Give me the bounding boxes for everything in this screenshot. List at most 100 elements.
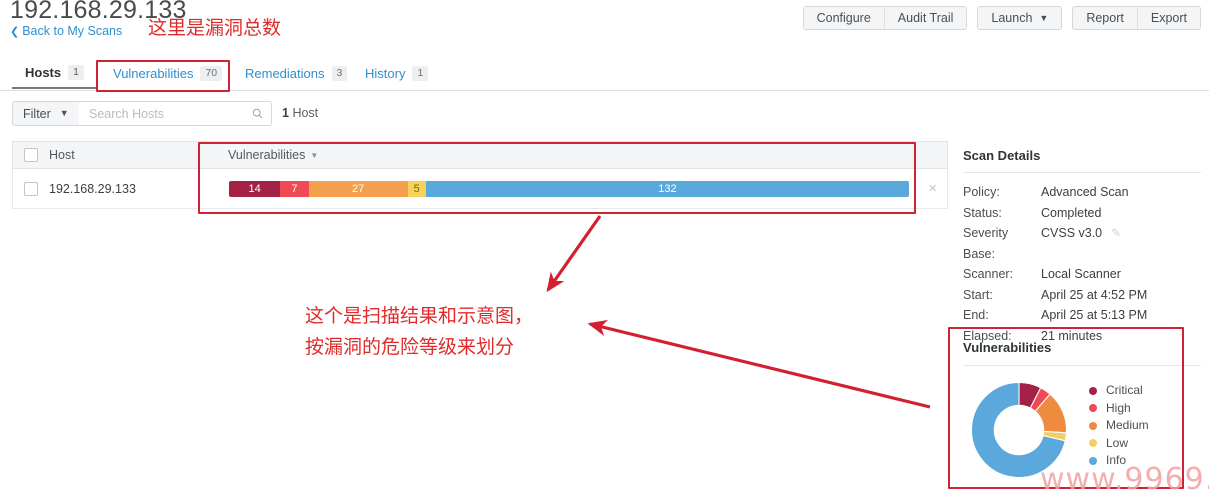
scan-detail-value: Completed [1041, 205, 1102, 220]
column-header-vulnerabilities-label: Vulnerabilities [228, 148, 306, 162]
scan-detail-row: Status: Completed [963, 203, 1201, 224]
vulnerabilities-card: Vulnerabilities Critical High Medium Low Inf… [963, 340, 1201, 484]
back-link-label: Back to My Scans [22, 24, 123, 38]
legend-label: High [1106, 400, 1131, 415]
scan-details-title: Scan Details [963, 148, 1201, 173]
row-checkbox[interactable] [24, 181, 38, 196]
select-all-checkbox[interactable] [24, 148, 38, 162]
host-count: 1 Host [282, 101, 318, 126]
donut-legend: Critical High Medium Low Info [1089, 382, 1149, 470]
audit-trail-button[interactable]: Audit Trail [883, 7, 967, 29]
host-count-number: 1 [282, 106, 289, 120]
scan-detail-row: Severity Base: CVSS v3.0 ✎ [963, 223, 1201, 264]
legend-item[interactable]: High [1089, 400, 1149, 418]
scan-detail-row: Start: April 25 at 4:52 PM [963, 285, 1201, 306]
launch-group: Launch ▼ [977, 6, 1063, 30]
legend-dot-medium [1089, 421, 1097, 430]
launch-button[interactable]: Launch ▼ [978, 7, 1062, 29]
scan-detail-value: Advanced Scan [1041, 185, 1129, 199]
page-title: 192.168.29.133 [10, 0, 187, 24]
tab-remediations[interactable]: Remediations 3 [232, 58, 360, 89]
scan-detail-key: End: [963, 308, 989, 322]
configure-audit-group: Configure Audit Trail [802, 6, 968, 30]
tab-vulnerabilities-label: Vulnerabilities [113, 66, 194, 81]
filter-dropdown-button[interactable]: Filter ▼ [12, 101, 80, 126]
column-header-host[interactable]: Host [49, 148, 75, 162]
legend-item[interactable]: Low [1089, 435, 1149, 453]
tab-hosts[interactable]: Hosts 1 [12, 58, 97, 89]
export-button[interactable]: Export [1136, 7, 1200, 29]
row-host: 192.168.29.133 [49, 181, 136, 196]
column-header-vulnerabilities[interactable]: Vulnerabilities ▼ [228, 141, 318, 169]
table-header-row: Host Vulnerabilities ▼ [12, 141, 948, 169]
chevron-left-icon: ❮ [10, 26, 20, 38]
scan-detail-value: April 25 at 4:52 PM [1041, 287, 1148, 302]
report-export-group: Report Export [1072, 6, 1201, 30]
scan-detail-key: Policy: [963, 185, 1000, 199]
scan-detail-key: Start: [963, 287, 993, 302]
search-input[interactable] [87, 105, 252, 122]
tab-remediations-count: 3 [331, 66, 348, 81]
severity-segment-low[interactable]: 5 [407, 181, 426, 197]
close-icon[interactable]: × [928, 181, 937, 197]
scan-detail-key: Scanner: [963, 267, 1014, 281]
legend-label: Info [1106, 453, 1127, 467]
scan-detail-row: End: April 25 at 5:13 PM [963, 305, 1201, 326]
search-icon [252, 108, 263, 119]
caret-down-icon: ▼ [59, 107, 69, 118]
severity-segment-high[interactable]: 7 [280, 181, 309, 197]
scan-details-rows: Policy: Advanced Scan Status: Completed Seve… [963, 182, 1201, 346]
scan-detail-value: April 25 at 5:13 PM [1041, 308, 1148, 322]
scan-details-panel: Scan Details Policy: Advanced Scan Status:… [963, 148, 1201, 346]
scan-detail-key: Severity Base: [963, 226, 1009, 261]
tab-history[interactable]: History 1 [352, 58, 441, 89]
vulnerabilities-donut-chart[interactable] [965, 376, 1073, 484]
tab-vulnerabilities[interactable]: Vulnerabilities 70 [100, 58, 235, 89]
scan-detail-key: Status: [963, 205, 1002, 220]
scan-detail-value: CVSS v3.0 ✎ [1041, 223, 1121, 264]
tab-remediations-label: Remediations [245, 66, 325, 81]
select-all-checkbox-cell [13, 148, 49, 162]
tab-bar: Hosts 1 Vulnerabilities 70 Remediations … [0, 58, 1209, 91]
legend-label: Medium [1106, 418, 1149, 432]
report-button[interactable]: Report [1073, 7, 1137, 29]
annotation-arrow-1 [546, 215, 602, 293]
annotation-chart-note-line1: 这个是扫描结果和示意图， [305, 305, 534, 327]
severity-segment-medium[interactable]: 27 [308, 181, 408, 197]
severity-bar[interactable]: 14 7 27 5 132 [229, 181, 909, 197]
tab-hosts-label: Hosts [25, 65, 62, 80]
annotation-chart-note-line2: 按漏洞的危险等级来划分 [305, 336, 515, 358]
row-checkbox-cell [13, 181, 49, 196]
legend-item[interactable]: Medium [1089, 417, 1149, 435]
scan-detail-value: Local Scanner [1041, 267, 1121, 281]
configure-button[interactable]: Configure [803, 7, 884, 29]
caret-down-icon: ▼ [310, 151, 319, 160]
launch-label: Launch [991, 11, 1033, 25]
tab-hosts-count: 1 [68, 65, 84, 80]
legend-dot-low [1089, 439, 1097, 448]
legend-label: Low [1106, 435, 1129, 450]
legend-item[interactable]: Critical [1089, 382, 1149, 400]
filter-bar: Filter ▼ 1 Host [0, 101, 1209, 128]
scan-detail-row: Scanner: Local Scanner [963, 264, 1201, 285]
search-hosts-box[interactable] [79, 101, 272, 126]
page-header: 192.168.29.133 ❮ Back to My Scans Configu… [0, 0, 1209, 48]
legend-dot-critical [1089, 386, 1097, 395]
annotation-arrow-2 [587, 319, 931, 409]
tab-history-label: History [365, 66, 406, 81]
caret-down-icon: ▼ [1039, 13, 1049, 23]
pencil-icon[interactable]: ✎ [1111, 223, 1121, 244]
legend-label: Critical [1106, 383, 1143, 397]
filter-label: Filter [23, 106, 51, 121]
vulnerabilities-card-body: Critical High Medium Low Info [963, 376, 1201, 484]
tab-history-count: 1 [412, 66, 429, 81]
host-count-label: Host [292, 106, 319, 120]
severity-segment-info[interactable]: 132 [425, 181, 909, 197]
back-to-my-scans-link[interactable]: ❮ Back to My Scans [10, 24, 122, 38]
tab-vulnerabilities-count: 70 [200, 66, 223, 81]
severity-segment-critical[interactable]: 14 [229, 181, 281, 197]
table-row[interactable]: 192.168.29.133 14 7 27 5 132 × [12, 169, 948, 209]
legend-item[interactable]: Info [1089, 452, 1149, 470]
header-actions: Configure Audit Trail Launch ▼ Report Exp… [802, 6, 1201, 30]
scan-detail-row: Policy: Advanced Scan [963, 182, 1201, 203]
